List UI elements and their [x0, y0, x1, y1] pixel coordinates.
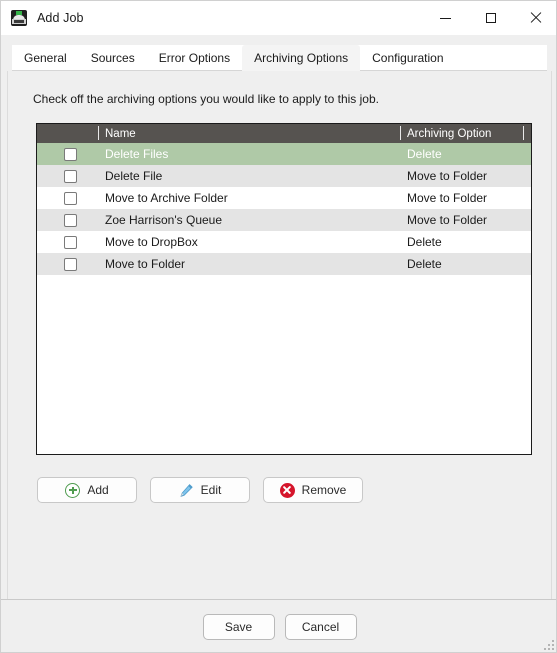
tab-label: Archiving Options — [254, 51, 349, 65]
row-checkbox-cell[interactable] — [37, 191, 98, 205]
table-row[interactable]: Move to DropBox Delete — [37, 231, 531, 253]
row-checkbox-cell[interactable] — [37, 169, 98, 183]
table-row[interactable]: Zoe Harrison's Queue Move to Folder — [37, 209, 531, 231]
column-header-name-label: Name — [105, 127, 136, 140]
row-archiving-option-cell: Move to Folder — [407, 169, 488, 183]
row-archiving-option-cell: Move to Folder — [407, 213, 488, 227]
column-header-end[interactable] — [523, 124, 531, 143]
table-row[interactable]: Delete File Move to Folder — [37, 165, 531, 187]
maximize-button[interactable] — [468, 1, 513, 35]
row-checkbox[interactable] — [64, 169, 77, 183]
tab-label: Error Options — [158, 51, 231, 65]
row-checkbox-cell[interactable] — [37, 147, 98, 161]
tab-general[interactable]: General — [12, 45, 79, 71]
save-button-label: Save — [224, 620, 253, 634]
tab-archiving-options[interactable]: Archiving Options — [242, 45, 361, 71]
row-name-cell: Zoe Harrison's Queue — [105, 213, 223, 227]
archiving-options-list[interactable]: Name Archiving Option Delete Files Delete… — [36, 123, 532, 455]
column-header-archiving-option[interactable]: Archiving Option — [400, 124, 523, 143]
cancel-button[interactable]: Cancel — [284, 614, 357, 640]
add-button[interactable]: Add — [37, 477, 137, 503]
title-bar: Add Job — [1, 1, 556, 35]
column-header-archiving-option-label: Archiving Option — [407, 127, 492, 140]
maximize-icon — [485, 13, 496, 23]
remove-button[interactable]: Remove — [263, 477, 363, 503]
tab-label: General — [24, 51, 67, 65]
row-archiving-option-cell: Delete — [407, 235, 442, 249]
row-checkbox-cell[interactable] — [37, 213, 98, 227]
pencil-icon — [179, 483, 194, 498]
tab-bar: General Sources Error Options Archiving Opt… — [12, 45, 547, 71]
plus-circle-icon — [65, 482, 81, 498]
row-checkbox-cell[interactable] — [37, 235, 98, 249]
row-checkbox[interactable] — [64, 191, 77, 205]
tab-label: Configuration — [372, 51, 444, 65]
list-action-buttons: Add Edit Remove — [37, 477, 363, 503]
add-job-dialog: Add Job General Sources Error Options Archi… — [0, 0, 557, 653]
row-name-cell: Move to DropBox — [105, 235, 198, 249]
tab-configuration[interactable]: Configuration — [360, 45, 455, 71]
window-title: Add Job — [37, 11, 84, 25]
dialog-footer: Save Cancel — [1, 600, 556, 652]
row-archiving-option-cell: Delete — [407, 147, 442, 161]
row-checkbox[interactable] — [64, 235, 77, 249]
row-checkbox[interactable] — [64, 257, 77, 271]
add-button-label: Add — [87, 483, 109, 497]
table-row[interactable]: Move to Archive Folder Move to Folder — [37, 187, 531, 209]
table-row[interactable]: Delete Files Delete — [37, 143, 531, 165]
remove-button-label: Remove — [301, 483, 347, 497]
edit-button-label: Edit — [200, 483, 222, 497]
x-circle-icon — [279, 482, 295, 498]
row-name-cell: Delete Files — [105, 147, 169, 161]
window-controls — [423, 1, 556, 35]
instruction-text: Check off the archiving options you woul… — [33, 92, 379, 106]
row-archiving-option-cell: Delete — [407, 257, 442, 271]
app-dome-icon — [11, 10, 27, 26]
row-checkbox[interactable] — [64, 213, 77, 227]
row-name-cell: Move to Archive Folder — [105, 191, 228, 205]
edit-button[interactable]: Edit — [150, 477, 250, 503]
resize-grip[interactable] — [544, 640, 555, 651]
minimize-icon — [440, 17, 451, 19]
cancel-button-label: Cancel — [301, 620, 340, 634]
row-checkbox-cell[interactable] — [37, 257, 98, 271]
close-button[interactable] — [513, 1, 556, 35]
row-name-cell: Move to Folder — [105, 257, 186, 271]
row-name-cell: Delete File — [105, 169, 163, 183]
row-archiving-option-cell: Move to Folder — [407, 191, 488, 205]
close-icon — [530, 12, 542, 24]
tab-sources[interactable]: Sources — [79, 45, 147, 71]
column-header-name[interactable]: Name — [98, 124, 400, 143]
save-button[interactable]: Save — [202, 614, 275, 640]
column-header-checkbox[interactable] — [37, 124, 98, 143]
table-row[interactable]: Move to Folder Delete — [37, 253, 531, 275]
row-checkbox[interactable] — [64, 147, 77, 161]
tab-label: Sources — [90, 51, 135, 65]
minimize-button[interactable] — [423, 1, 468, 35]
tab-content-archiving-options: Check off the archiving options you woul… — [7, 71, 552, 599]
list-header-row: Name Archiving Option — [37, 124, 531, 143]
tab-error-options[interactable]: Error Options — [147, 45, 242, 71]
